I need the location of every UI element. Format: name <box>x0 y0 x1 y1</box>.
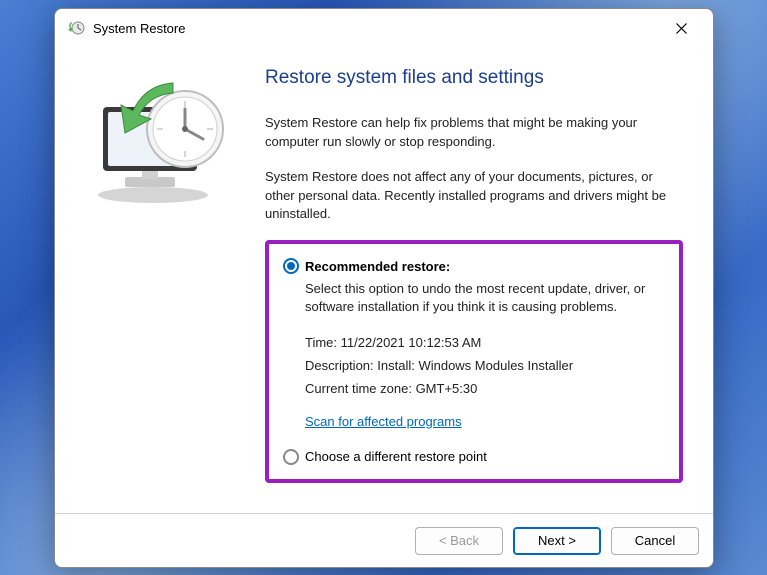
description-label: Description: <box>305 358 374 373</box>
intro-paragraph-1: System Restore can help fix problems tha… <box>265 114 683 152</box>
titlebar: System Restore <box>55 9 713 47</box>
dialog-body: Restore system files and settings System… <box>55 47 713 513</box>
scan-affected-programs-link[interactable]: Scan for affected programs <box>305 414 462 429</box>
different-restore-label: Choose a different restore point <box>305 449 487 464</box>
radio-icon <box>283 449 299 465</box>
recommended-restore-radio-row[interactable]: Recommended restore: <box>283 258 665 274</box>
radio-icon <box>283 258 299 274</box>
intro-paragraph-2: System Restore does not affect any of yo… <box>265 168 683 225</box>
timezone-label: Current time zone: <box>305 381 412 396</box>
timezone-value: GMT+5:30 <box>416 381 478 396</box>
recommended-restore-label: Recommended restore: <box>305 259 450 274</box>
back-button: < Back <box>415 527 503 555</box>
cancel-button[interactable]: Cancel <box>611 527 699 555</box>
restore-timezone-line: Current time zone: GMT+5:30 <box>305 381 665 396</box>
close-icon <box>676 23 687 34</box>
page-heading: Restore system files and settings <box>265 67 683 89</box>
recommended-restore-description: Select this option to undo the most rece… <box>305 280 665 316</box>
window-title: System Restore <box>93 21 659 36</box>
time-value: 11/22/2021 10:12:53 AM <box>341 335 482 350</box>
description-value: Install: Windows Modules Installer <box>377 358 573 373</box>
different-restore-radio-row[interactable]: Choose a different restore point <box>283 449 665 465</box>
restore-description-line: Description: Install: Windows Modules In… <box>305 358 665 373</box>
sidebar <box>55 47 255 513</box>
time-label: Time: <box>305 335 337 350</box>
system-restore-dialog: System Restore <box>54 8 714 568</box>
content-area: Restore system files and settings System… <box>255 47 713 513</box>
system-restore-icon <box>67 19 85 37</box>
next-button[interactable]: Next > <box>513 527 601 555</box>
restore-illustration-icon <box>75 67 235 207</box>
close-button[interactable] <box>659 13 703 43</box>
options-highlight-box: Recommended restore: Select this option … <box>265 240 683 482</box>
dialog-footer: < Back Next > Cancel <box>55 513 713 567</box>
restore-time-line: Time: 11/22/2021 10:12:53 AM <box>305 335 665 350</box>
